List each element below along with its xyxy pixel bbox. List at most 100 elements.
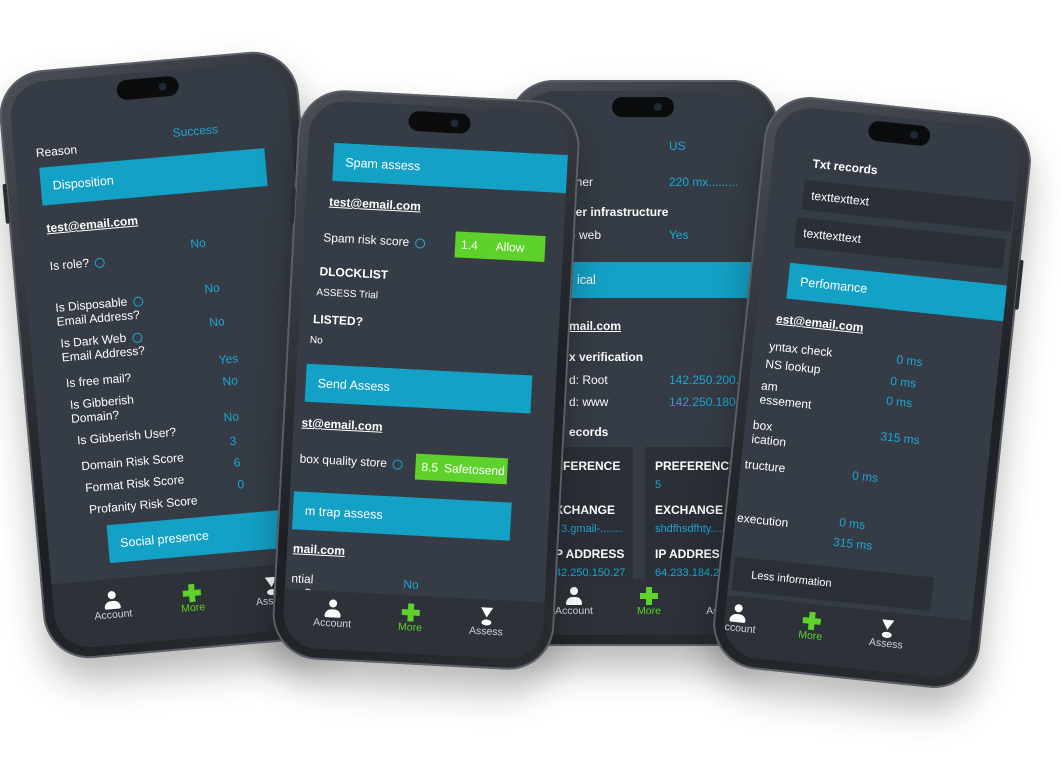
- row-value: No: [221, 373, 239, 389]
- email-address[interactable]: mail.com: [293, 541, 346, 558]
- info-icon[interactable]: [132, 296, 144, 307]
- performance-header[interactable]: Perfomance: [786, 262, 1007, 322]
- spam-risk-badge: 1.4 Allow: [454, 231, 546, 263]
- ip-label: IP ADDRESS: [655, 547, 728, 561]
- notch: [867, 120, 932, 147]
- row-label: NS lookup: [764, 356, 822, 377]
- notch: [408, 110, 471, 134]
- info-icon[interactable]: [94, 257, 106, 269]
- tab-assess[interactable]: Assess: [451, 606, 522, 640]
- info-icon[interactable]: [414, 238, 426, 249]
- info-icon[interactable]: [392, 459, 404, 470]
- screen: Txt records texttexttext texttexttext Pe…: [720, 104, 1024, 681]
- phone-spam-assess: Spam assess test@email.com Spam risk sco…: [270, 88, 582, 672]
- side-button: [2, 183, 10, 224]
- email-address[interactable]: test@email.com: [46, 213, 139, 235]
- listed-value: No: [309, 334, 323, 347]
- row-label: Is free mail?: [65, 370, 132, 391]
- spam-trap-header[interactable]: m trap assess: [292, 491, 512, 541]
- side-button: [1014, 259, 1024, 310]
- tab-bar: Account More Assess: [720, 594, 972, 681]
- email-address[interactable]: mail.com: [569, 319, 621, 333]
- preference-label: EFERENCE: [555, 459, 621, 473]
- plus-icon: [640, 587, 658, 605]
- reason-value: Success: [172, 122, 219, 140]
- row-label: d: www: [569, 395, 609, 409]
- row-value: No: [223, 409, 240, 425]
- camera-icon: [450, 118, 459, 128]
- ip-value: 64.233.184.27: [655, 567, 726, 579]
- spam-risk-verdict: Allow: [495, 239, 525, 255]
- plus-icon: [802, 611, 822, 631]
- tab-label: Account: [720, 620, 757, 637]
- exchange-value: t.3.gmail-.......: [555, 523, 622, 535]
- tab-more[interactable]: More: [614, 587, 684, 617]
- row-label: execution: [736, 510, 790, 530]
- row-value: 315 ms: [832, 534, 874, 553]
- listed-title: LISTED?: [312, 312, 364, 329]
- exchange-value: shdfhsdfhty....: [655, 523, 723, 535]
- send-assess-header[interactable]: Send Assess: [304, 363, 533, 414]
- notch: [612, 97, 674, 117]
- row-value: 0 ms: [851, 468, 879, 486]
- row-value: 0 ms: [895, 352, 924, 370]
- row-value: US: [669, 139, 686, 153]
- row-label: tructure: [744, 457, 787, 476]
- less-information-label: Less information: [750, 569, 833, 590]
- spam-risk-score: 1.4: [460, 237, 479, 253]
- section-title: x verification: [569, 350, 644, 364]
- tab-label: More: [397, 620, 423, 635]
- row-value: 142.250.200.5: [669, 373, 746, 387]
- tab-account[interactable]: Account: [297, 598, 368, 632]
- row-label: Is Dark Web Email Address?: [59, 330, 146, 365]
- row-value: 0: [236, 477, 245, 492]
- row-value: Yes: [669, 228, 689, 242]
- tab-more[interactable]: More: [375, 602, 446, 636]
- row-value: 0 ms: [889, 373, 917, 391]
- exchange-label: EXCHANGE: [655, 503, 724, 517]
- ip-label: P ADDRESS: [555, 547, 625, 561]
- assess-icon: [877, 619, 897, 639]
- tab-more[interactable]: More: [775, 608, 848, 645]
- tab-bar: Account More Assess: [281, 588, 545, 661]
- row-label: Profanity Risk Score: [88, 493, 199, 517]
- row-label: box ication: [750, 417, 787, 450]
- spam-risk-label: Spam risk score: [323, 230, 426, 249]
- section-title: ecords: [569, 425, 609, 439]
- email-address[interactable]: est@email.com: [775, 312, 864, 335]
- row-label: am essement: [758, 378, 813, 412]
- row-label: Format Risk Score: [84, 472, 185, 495]
- tab-more[interactable]: More: [156, 581, 228, 617]
- row-value: 315 ms: [879, 429, 921, 448]
- row-value: 0 ms: [885, 393, 913, 411]
- account-icon: [323, 599, 342, 618]
- spam-assess-header[interactable]: Spam assess: [332, 142, 568, 194]
- info-icon[interactable]: [131, 332, 143, 344]
- preference-label: PREFERENCE: [655, 459, 738, 473]
- row-value: 220 mx.........: [669, 175, 739, 189]
- tab-label: Assess: [468, 624, 504, 639]
- txt-record-value: texttexttext: [802, 225, 862, 246]
- email-address[interactable]: st@email.com: [301, 416, 383, 434]
- inbox-quality-score: 8.5: [421, 459, 439, 475]
- row-value: No: [203, 280, 221, 296]
- technical-header[interactable]: ical: [565, 262, 761, 298]
- inbox-quality-label: box quality store: [299, 452, 404, 471]
- exchange-label: XCHANGE: [555, 503, 616, 517]
- row-value: 6: [233, 455, 241, 470]
- account-icon: [565, 587, 583, 605]
- row-label: Domain Risk Score: [80, 450, 185, 474]
- tab-account[interactable]: Account: [76, 588, 148, 624]
- tab-assess[interactable]: Assess: [850, 616, 923, 653]
- inbox-quality-badge: 8.5 Safetosend: [414, 453, 509, 485]
- plus-icon: [401, 603, 420, 622]
- txt-record-value: texttexttext: [810, 188, 870, 209]
- tab-account[interactable]: Account: [721, 601, 774, 638]
- section-title: ver infrastructure: [569, 205, 669, 219]
- side-button: [289, 187, 296, 224]
- row-label: Is Gibberish Domain?: [69, 392, 135, 426]
- preference-value: 5: [655, 479, 662, 491]
- row-label: Is Gibberish User?: [76, 424, 177, 448]
- row-label: d: Root: [569, 373, 608, 387]
- email-address[interactable]: test@email.com: [329, 195, 421, 214]
